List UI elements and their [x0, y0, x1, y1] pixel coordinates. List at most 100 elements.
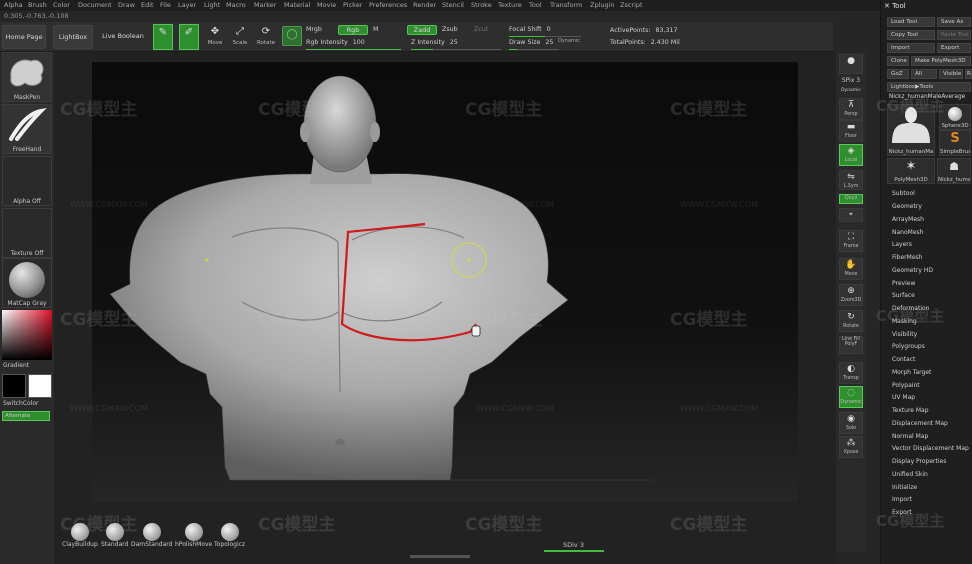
subpalette-fibermesh[interactable]: FiberMesh: [892, 254, 922, 261]
subpalette-initialize[interactable]: Initialize: [892, 484, 917, 491]
menu-light[interactable]: Light: [204, 1, 220, 9]
ghost-button[interactable]: ◌ Dynamic: [839, 386, 863, 408]
dynamic-toggle[interactable]: Dynamic: [558, 38, 583, 47]
scale-mode-button[interactable]: ⤢ Scale: [230, 24, 250, 50]
floor-button[interactable]: ▬ Floor: [839, 120, 863, 142]
tool-thumb-nickz-small[interactable]: ☗ Nickz_huma: [937, 158, 971, 184]
subpalette-arraymesh[interactable]: ArrayMesh: [892, 216, 924, 223]
m-toggle[interactable]: M: [373, 26, 383, 35]
rgb-intensity-slider[interactable]: Rgb Intensity 100: [306, 39, 401, 50]
menu-file[interactable]: File: [160, 1, 171, 9]
subpalette-texture-map[interactable]: Texture Map: [892, 407, 929, 414]
draw-mode-button[interactable]: ✐: [179, 24, 199, 50]
subpalette-contact[interactable]: Contact: [892, 356, 915, 363]
switch-color-button[interactable]: SwitchColor: [3, 400, 39, 407]
edit-mode-button[interactable]: ✎: [153, 24, 173, 50]
rotate-view-button[interactable]: ↻ Rotate: [839, 310, 863, 332]
subpalette-polygroups[interactable]: Polygroups: [892, 343, 925, 350]
goz-all-button[interactable]: All: [911, 69, 937, 79]
brush-hpolish[interactable]: hPolishMove: [175, 523, 212, 548]
secondary-color-swatch[interactable]: [28, 374, 52, 398]
menu-preferences[interactable]: Preferences: [369, 1, 407, 9]
texture-selector[interactable]: Texture Off: [2, 208, 52, 258]
draw-size-slider[interactable]: Draw Size 25: [509, 39, 559, 50]
menu-picker[interactable]: Picker: [343, 1, 362, 9]
menu-alpha[interactable]: Alpha: [4, 1, 22, 9]
menu-stencil[interactable]: Stencil: [442, 1, 464, 9]
line-fill-button[interactable]: Line Fill PolyF: [839, 336, 863, 354]
tool-thumb-simplebrush[interactable]: S SimpleBrush: [939, 130, 971, 156]
zsub-toggle[interactable]: Zsub: [442, 26, 462, 35]
local-button[interactable]: ◈ Local: [839, 144, 863, 166]
goz-visible-button[interactable]: Visible: [939, 69, 963, 79]
home-page-button[interactable]: Home Page: [2, 25, 46, 49]
gradient-label[interactable]: Gradient: [3, 362, 29, 369]
subpalette-geometry-hd[interactable]: Geometry HD: [892, 267, 933, 274]
tool-thumb-polymesh[interactable]: ✶ PolyMesh3D: [887, 158, 935, 184]
subpalette-morph-target[interactable]: Morph Target: [892, 369, 931, 376]
menu-texture[interactable]: Texture: [498, 1, 522, 9]
load-tool-button[interactable]: Load Tool: [887, 17, 935, 27]
material-sphere-button[interactable]: ◯: [282, 26, 302, 46]
rgb-toggle[interactable]: Rgb: [338, 25, 368, 35]
subpalette-unified-skin[interactable]: Unified Skin: [892, 471, 928, 478]
subpalette-visibility[interactable]: Visibility: [892, 331, 917, 338]
persp-button[interactable]: ⊼ Persp: [839, 98, 863, 120]
frame-button[interactable]: ⛶ Frame: [839, 230, 863, 252]
bpr-button[interactable]: ●: [839, 54, 863, 74]
subpalette-import[interactable]: Import: [892, 496, 912, 503]
menu-render[interactable]: Render: [413, 1, 436, 9]
menu-color[interactable]: Color: [53, 1, 70, 9]
subpalette-surface[interactable]: Surface: [892, 292, 915, 299]
dynamic-button[interactable]: Dynamic: [839, 88, 863, 93]
subpalette-uv-map[interactable]: UV Map: [892, 394, 915, 401]
menu-brush[interactable]: Brush: [28, 1, 47, 9]
z-intensity-slider[interactable]: Z Intensity 25: [411, 39, 501, 50]
menu-material[interactable]: Material: [284, 1, 310, 9]
export-button[interactable]: Export: [937, 43, 971, 53]
menu-tool[interactable]: Tool: [529, 1, 542, 9]
menu-zscript[interactable]: Zscript: [620, 1, 643, 9]
subpalette-display-properties[interactable]: Display Properties: [892, 458, 946, 465]
save-as-button[interactable]: Save As: [937, 17, 971, 27]
subdivision-level[interactable]: SDiv 3: [563, 541, 584, 549]
menu-movie[interactable]: Movie: [317, 1, 336, 9]
material-selector[interactable]: MatCap Gray: [2, 258, 52, 308]
menu-zplugin[interactable]: Zplugin: [590, 1, 615, 9]
color-swatches[interactable]: [2, 374, 52, 398]
transp-button[interactable]: ◐ Transp: [839, 362, 863, 384]
menu-macro[interactable]: Macro: [226, 1, 246, 9]
subpalette-preview[interactable]: Preview: [892, 280, 915, 287]
goz-button[interactable]: GoZ: [887, 69, 909, 79]
brush-topologicz[interactable]: Topologicz: [214, 523, 245, 548]
alternate-button[interactable]: Alternate: [2, 411, 50, 421]
solo-button[interactable]: ◉ Solo: [839, 412, 863, 434]
subpalette-subtool[interactable]: Subtool: [892, 190, 915, 197]
xyz-button[interactable]: Qxyz: [839, 194, 863, 204]
color-picker[interactable]: [2, 310, 52, 360]
menu-transform[interactable]: Transform: [550, 1, 582, 9]
subpalette-nanomesh[interactable]: NanoMesh: [892, 229, 923, 236]
goz-r-button[interactable]: R: [965, 69, 972, 79]
lightbox-button[interactable]: LightBox: [53, 25, 93, 49]
rotate-mode-button[interactable]: ⟳ Rotate: [256, 24, 276, 50]
paste-tool-button[interactable]: Paste Tool: [937, 30, 971, 40]
move-view-button[interactable]: ✋ Move: [839, 258, 863, 280]
subpalette-displacement-map[interactable]: Displacement Map: [892, 420, 948, 427]
alpha-selector[interactable]: Alpha Off: [2, 156, 52, 206]
lsym-button[interactable]: ⇋ L.Sym: [839, 170, 863, 190]
spix-slider[interactable]: SPix 3: [839, 77, 863, 84]
menu-layer[interactable]: Layer: [178, 1, 196, 9]
menu-edit[interactable]: Edit: [141, 1, 154, 9]
subpalette-vector-displacement-map[interactable]: Vector Displacement Map: [892, 445, 969, 452]
copy-tool-button[interactable]: Copy Tool: [887, 30, 935, 40]
primary-color-swatch[interactable]: [2, 374, 26, 398]
move-mode-button[interactable]: ✥ Move: [205, 24, 225, 50]
menu-document[interactable]: Document: [78, 1, 112, 9]
make-polymesh-button[interactable]: Make PolyMesh3D: [911, 56, 971, 66]
document-viewport[interactable]: [92, 62, 798, 502]
zcut-toggle[interactable]: Zcut: [474, 26, 494, 35]
brush-selector[interactable]: MaskPen: [2, 52, 52, 102]
subpalette-layers[interactable]: Layers: [892, 241, 912, 248]
zoom3d-button[interactable]: ⊕ Zoom3D: [839, 284, 863, 306]
